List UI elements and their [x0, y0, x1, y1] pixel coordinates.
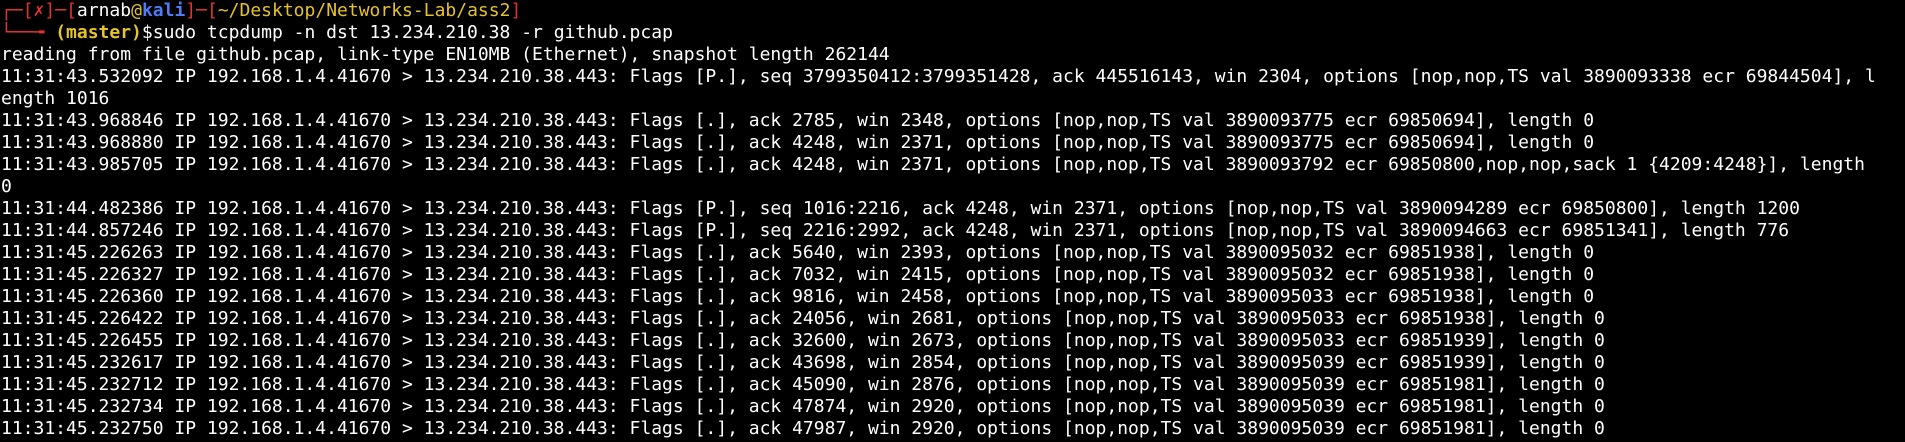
prompt-at: @	[131, 0, 142, 21]
prompt-status-fail-icon: ✗	[33, 0, 45, 21]
prompt-dollar: $	[141, 22, 153, 43]
prompt-host: kali	[141, 0, 186, 21]
output-line: 11:31:45.232750 IP 192.168.1.4.41670 > 1…	[1, 418, 1605, 439]
prompt-line-top: ┌─[✗]─[arnab@kali]─[~/Desktop/Networks-L…	[1, 0, 1905, 22]
output-line: 11:31:44.482386 IP 192.168.1.4.41670 > 1…	[1, 198, 1800, 219]
output-line: 11:31:45.226360 IP 192.168.1.4.41670 > 1…	[1, 286, 1595, 307]
prompt-path-bracket-open: [	[206, 0, 218, 21]
prompt-corner-top: ┌─	[1, 0, 23, 21]
output-line: 11:31:45.232617 IP 192.168.1.4.41670 > 1…	[1, 352, 1605, 373]
output-line: 0	[1, 176, 12, 197]
output-line: 11:31:45.226422 IP 192.168.1.4.41670 > 1…	[1, 308, 1605, 329]
prompt-path-bracket-close: ]	[510, 0, 522, 21]
output-line: 11:31:45.232734 IP 192.168.1.4.41670 > 1…	[1, 396, 1605, 417]
prompt-git-branch: (master)	[55, 22, 142, 43]
output-line: 11:31:43.532092 IP 192.168.1.4.41670 > 1…	[1, 66, 1876, 87]
output-line: reading from file github.pcap, link-type…	[1, 44, 890, 65]
output-line: 11:31:45.232712 IP 192.168.1.4.41670 > 1…	[1, 374, 1605, 395]
prompt-path: ~/Desktop/Networks-Lab/ass2	[217, 0, 511, 21]
prompt-corner-bottom: └──╼	[1, 22, 56, 43]
output-line: 11:31:45.226455 IP 192.168.1.4.41670 > 1…	[1, 330, 1605, 351]
prompt-user-bracket-close: ]	[185, 0, 197, 21]
output-line: 11:31:43.968846 IP 192.168.1.4.41670 > 1…	[1, 110, 1595, 131]
command-text: sudo tcpdump -n dst 13.234.210.38 -r git…	[152, 22, 673, 43]
output-line: 11:31:43.968880 IP 192.168.1.4.41670 > 1…	[1, 132, 1595, 153]
prompt-dash: ─	[55, 0, 67, 21]
output-line: 11:31:45.226263 IP 192.168.1.4.41670 > 1…	[1, 242, 1595, 263]
prompt-line-command: └──╼ (master)$sudo tcpdump -n dst 13.234…	[1, 22, 1905, 44]
prompt-user-bracket-open: [	[66, 0, 77, 21]
output-line: 11:31:43.985705 IP 192.168.1.4.41670 > 1…	[1, 154, 1865, 175]
output-line: ength 1016	[1, 88, 110, 109]
output-line: 11:31:45.226327 IP 192.168.1.4.41670 > 1…	[1, 264, 1595, 285]
prompt-user: arnab	[76, 0, 132, 21]
prompt-dash-2: ─	[196, 0, 207, 21]
output-line: 11:31:44.857246 IP 192.168.1.4.41670 > 1…	[1, 220, 1790, 241]
prompt-bracket-open: [	[22, 0, 34, 21]
prompt-bracket-close: ]	[44, 0, 56, 21]
terminal-window[interactable]: ┌─[✗]─[arnab@kali]─[~/Desktop/Networks-L…	[0, 0, 1905, 442]
